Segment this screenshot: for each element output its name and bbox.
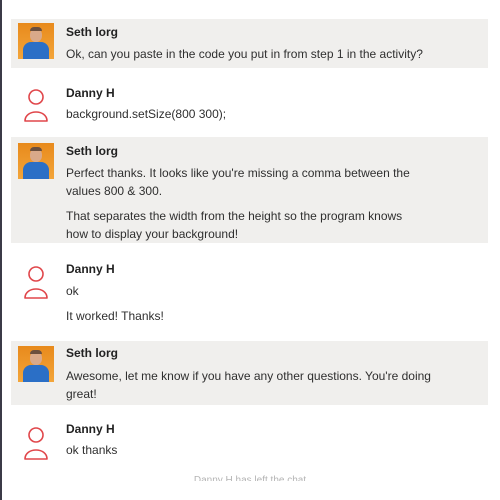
message-author: Danny H [66,422,115,436]
avatar [18,346,54,382]
chat-message: Seth lorg Awesome, let me know if you ha… [11,341,488,405]
chat-message: Seth lorg Perfect thanks. It looks like … [11,137,488,243]
chat-message: Danny H ok thanks [11,417,488,469]
chat-status-notice: Danny H has left the chat [193,475,307,486]
chat-message: Danny H ok It worked! Thanks! [11,256,488,336]
message-text: That separates the width from the height… [66,209,403,241]
chat-message: Danny H background.setSize(800 300); [11,78,488,130]
user-outline-icon [24,427,48,460]
message-text: Perfect thanks. It looks like you're mis… [66,166,410,198]
avatar [18,23,54,59]
avatar [18,143,54,179]
message-author: Seth lorg [66,346,119,360]
message-text: ok thanks [66,443,118,457]
message-text: Awesome, let me know if you have any oth… [66,369,431,401]
user-outline-icon [24,266,48,299]
chat-message: Seth lorg Ok, can you paste in the code … [11,19,488,68]
chat-transcript: Seth lorg Ok, can you paste in the code … [0,0,500,500]
message-text: It worked! Thanks! [66,309,164,323]
left-border [0,0,2,500]
message-text: ok [66,284,79,298]
message-author: Danny H [66,86,115,100]
message-text: Ok, can you paste in the code you put in… [66,47,423,61]
message-author: Seth lorg [66,144,119,158]
message-author: Seth lorg [66,25,119,39]
user-outline-icon [24,89,48,122]
message-text: background.setSize(800 300); [66,107,227,121]
message-author: Danny H [66,262,115,276]
